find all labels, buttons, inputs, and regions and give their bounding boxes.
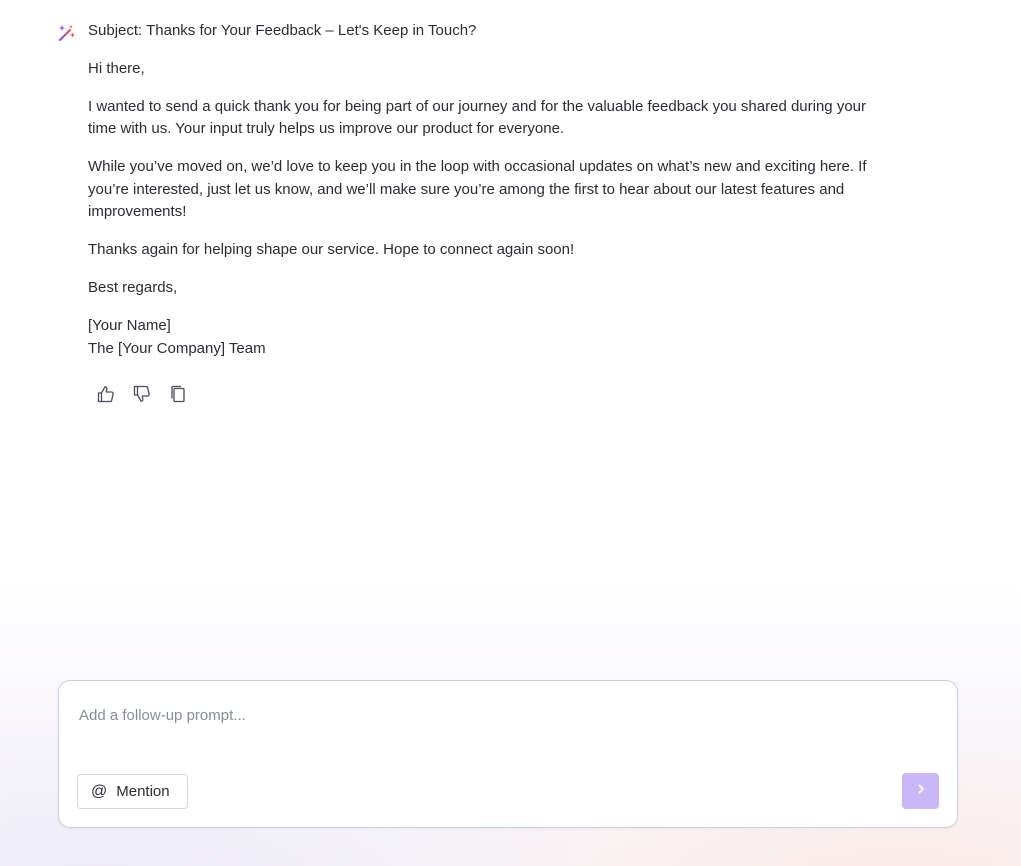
email-signature-team: The [Your Company] Team: [88, 339, 266, 357]
email-paragraph-1: I wanted to send a quick thank you for b…: [88, 97, 867, 138]
thumbs-up-icon: [96, 384, 116, 409]
email-subject: Subject: Thanks for Your Feedback – Let'…: [88, 22, 477, 39]
magic-wand-icon: [57, 23, 77, 43]
message-actions: [94, 384, 190, 408]
prompt-composer: @ Mention: [58, 680, 958, 828]
mention-label: Mention: [116, 783, 170, 800]
email-closing: Best regards,: [88, 279, 178, 296]
assistant-message: Subject: Thanks for Your Feedback – Let'…: [57, 20, 877, 360]
email-greeting: Hi there,: [88, 59, 145, 77]
message-body: Subject: Thanks for Your Feedback – Let'…: [88, 20, 877, 360]
thumbs-down-icon: [132, 384, 152, 409]
like-button[interactable]: [94, 384, 118, 408]
follow-up-prompt-input[interactable]: [79, 707, 919, 724]
dislike-button[interactable]: [130, 384, 154, 408]
send-button[interactable]: [902, 773, 939, 809]
copy-icon: [168, 384, 188, 409]
at-sign-icon: @: [91, 782, 108, 800]
email-paragraph-2: While you’ve moved on, we’d love to keep…: [88, 158, 867, 220]
chat-page: Subject: Thanks for Your Feedback – Let'…: [0, 0, 1021, 866]
copy-button[interactable]: [166, 384, 190, 408]
email-paragraph-3: Thanks again for helping shape our servi…: [88, 241, 575, 258]
mention-button[interactable]: @ Mention: [77, 774, 188, 809]
email-signature-name: [Your Name]: [88, 317, 171, 334]
chevron-right-icon: [915, 782, 927, 800]
